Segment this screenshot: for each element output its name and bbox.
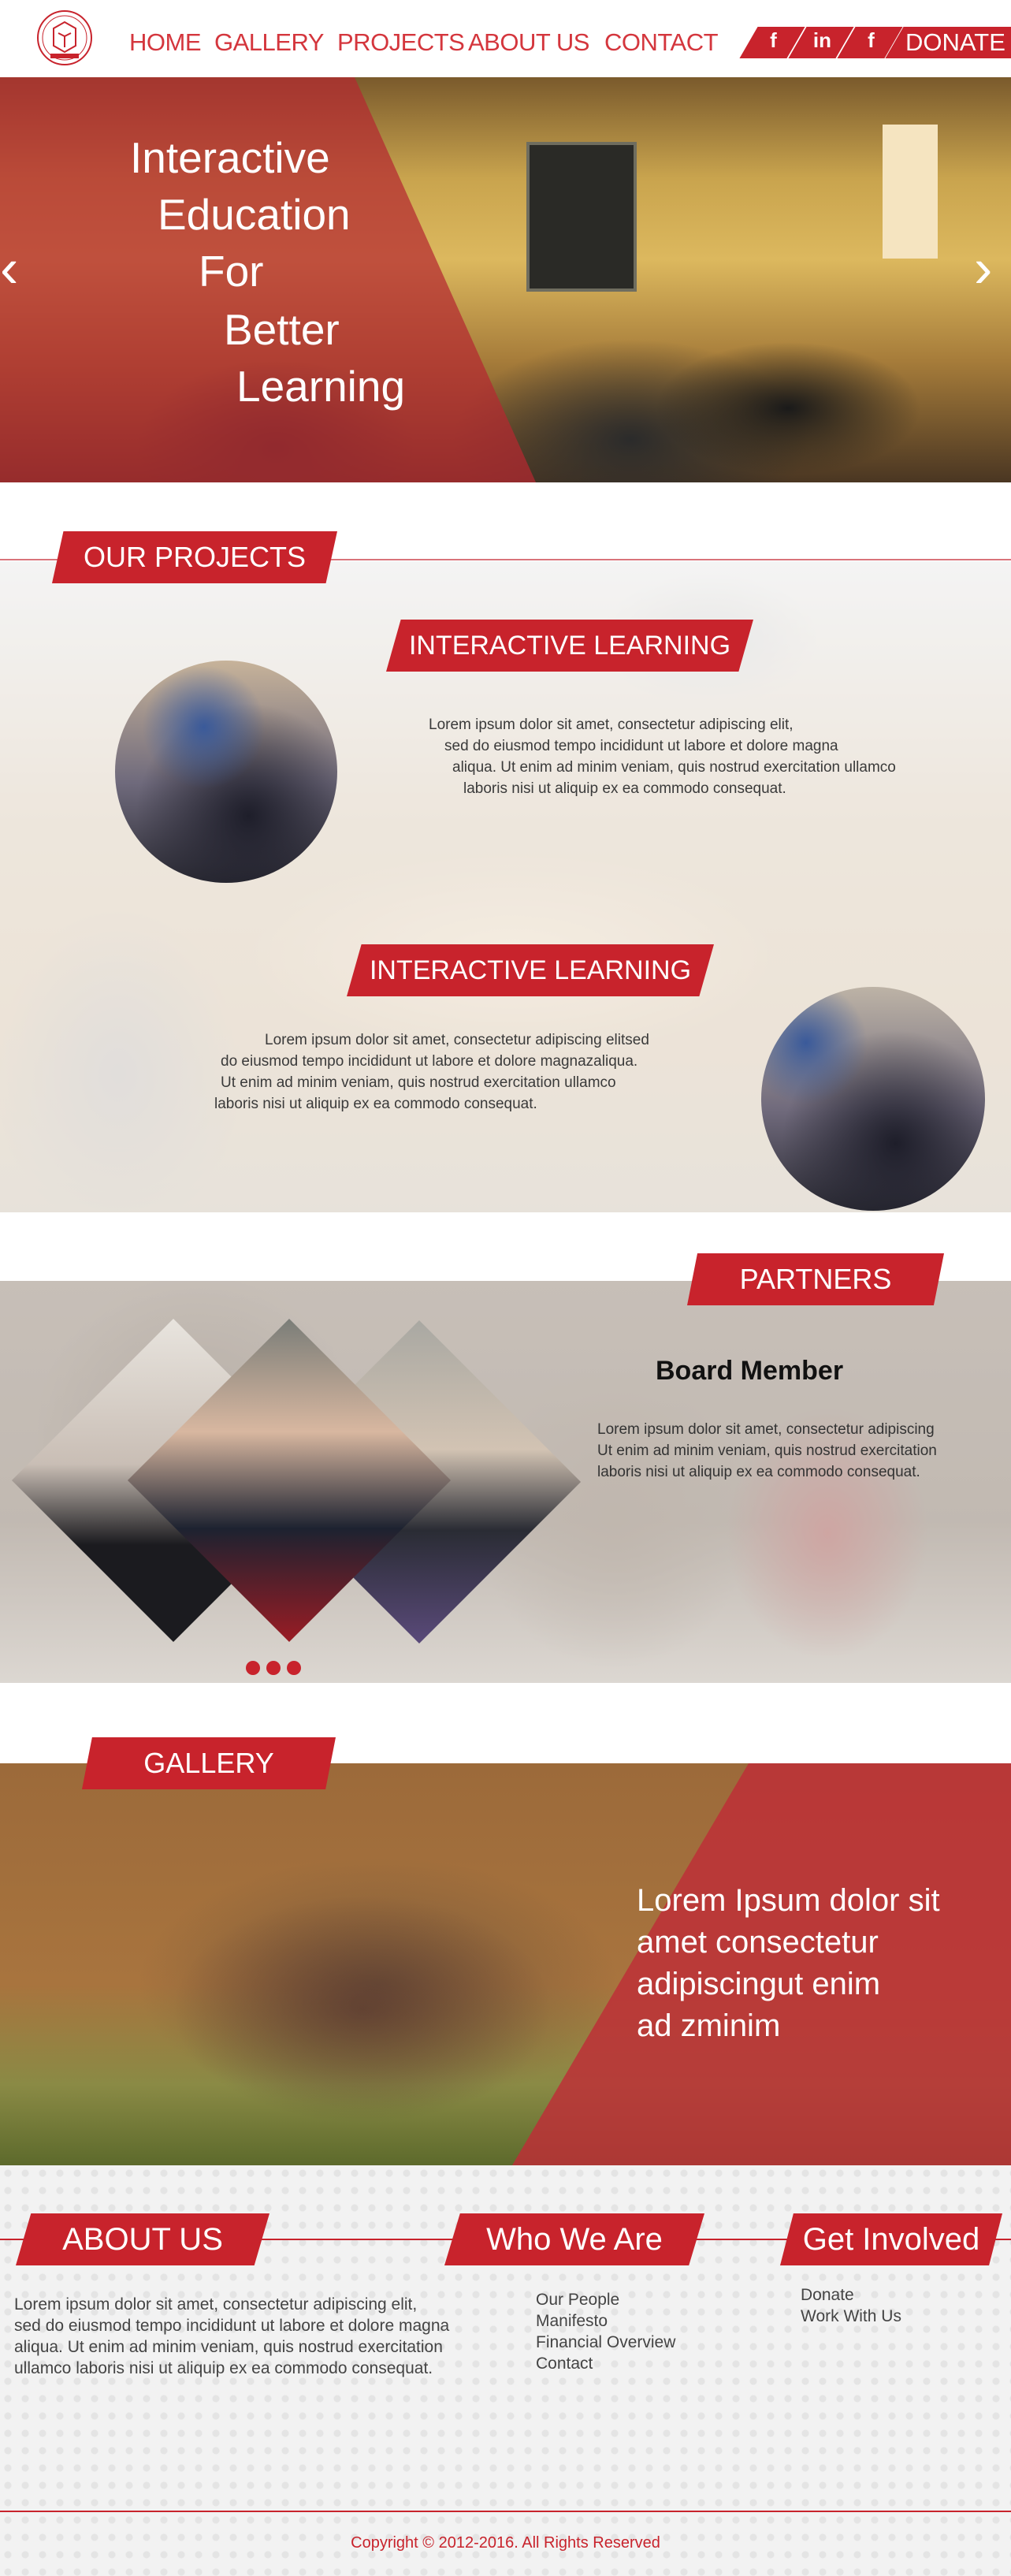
nav-projects[interactable]: PROJECTS: [337, 28, 465, 57]
footer-heading: Get Involved: [802, 2222, 980, 2257]
board-member-description: Lorem ipsum dolor sit amet, consectetur …: [597, 1419, 1007, 1483]
section-tag-partners: PARTNERS: [687, 1253, 944, 1305]
donate-button[interactable]: DONATE: [885, 27, 1011, 58]
project-text-line: sed do eiusmod tempo incididunt ut labor…: [444, 738, 838, 754]
facebook-glyph: f: [770, 28, 777, 52]
footer-tag-who-we-are: Who We Are: [444, 2213, 704, 2265]
footer-link-donate[interactable]: Donate: [801, 2284, 901, 2306]
member-text-line: Ut enim ad minim veniam, quis nostrud ex…: [597, 1442, 937, 1459]
hero-headline-line: Better: [224, 305, 340, 354]
hero-slider: Interactive Education For Better Learnin…: [0, 77, 1011, 482]
project-title-text: INTERACTIVE LEARNING: [369, 955, 692, 985]
section-heading: OUR PROJECTS: [83, 541, 307, 573]
footer-heading: Who We Are: [486, 2222, 663, 2257]
footer-link-financial-overview[interactable]: Financial Overview: [536, 2332, 675, 2353]
footer-divider: [0, 2511, 1011, 2512]
project-title: INTERACTIVE LEARNING: [347, 944, 714, 996]
hero-headline-line: Learning: [236, 362, 406, 411]
project-text-line: aliqua. Ut enim ad minim veniam, quis no…: [452, 759, 896, 776]
section-tag-our-projects: OUR PROJECTS: [52, 531, 337, 583]
footer-link-contact[interactable]: Contact: [536, 2353, 675, 2374]
slider-dot[interactable]: [246, 1661, 260, 1675]
footer-heading: ABOUT US: [62, 2222, 223, 2257]
gallery-caption: Lorem Ipsum dolor sit amet consectetur a…: [637, 1880, 940, 2047]
caption-line: ad zminim: [637, 2008, 781, 2043]
member-text-line: Lorem ipsum dolor sit amet, consectetur …: [597, 1421, 935, 1438]
project-text-line: Lorem ipsum dolor sit amet, consectetur …: [429, 717, 794, 733]
project-text-line: do eiusmod tempo incididunt ut labore et…: [221, 1053, 638, 1070]
project-text-line: laboris nisi ut aliquip ex ea commodo co…: [214, 1096, 537, 1112]
member-text-line: laboris nisi ut aliquip ex ea commodo co…: [597, 1464, 920, 1480]
footer-link-manifesto[interactable]: Manifesto: [536, 2310, 675, 2332]
donate-label: DONATE: [905, 28, 1005, 56]
project-photo: [115, 661, 337, 883]
footer-link-work-with-us[interactable]: Work With Us: [801, 2306, 901, 2327]
copyright-text: Copyright © 2012-2016. All Rights Reserv…: [351, 2534, 660, 2552]
section-heading: GALLERY: [143, 1747, 274, 1779]
project-title: INTERACTIVE LEARNING: [386, 620, 753, 672]
chevron-right-icon[interactable]: ›: [974, 236, 992, 300]
footer-tag-get-involved: Get Involved: [780, 2213, 1002, 2265]
children-group-photo: [110, 1811, 615, 2142]
about-text-line: ullamco laboris nisi ut aliquip ex ea co…: [14, 2359, 433, 2377]
nav-contact[interactable]: CONTACT: [604, 28, 719, 57]
get-involved-links: Donate Work With Us: [801, 2284, 901, 2327]
project-description: Lorem ipsum dolor sit amet, consectetur …: [429, 714, 965, 799]
project-text-line: laboris nisi ut aliquip ex ea commodo co…: [463, 780, 786, 797]
caption-line: adipiscingut enim: [637, 1967, 881, 2001]
social-links: f in f: [739, 27, 903, 58]
footer-link-our-people[interactable]: Our People: [536, 2289, 675, 2310]
nav-home[interactable]: HOME: [129, 28, 202, 57]
project-photo: [761, 987, 985, 1211]
about-text-line: sed do eiusmod tempo incididunt ut labor…: [14, 2317, 450, 2335]
section-tag-gallery: GALLERY: [82, 1737, 336, 1789]
caption-line: amet consectetur: [637, 1925, 879, 1960]
about-us-text: Lorem ipsum dolor sit amet, consectetur …: [14, 2294, 471, 2379]
caption-line: Lorem Ipsum dolor sit: [637, 1883, 940, 1918]
project-text-line: Lorem ipsum dolor sit amet, consectetur …: [265, 1032, 649, 1048]
hero-headline-line: Interactive: [130, 133, 330, 182]
project-text-line: Ut enim ad minim veniam, quis nostrud ex…: [221, 1074, 616, 1091]
board-member-title: Board Member: [656, 1356, 844, 1386]
nav-gallery[interactable]: GALLERY: [214, 28, 324, 57]
classroom-blackboard: [526, 142, 637, 292]
facebook-glyph: f: [868, 28, 875, 52]
about-text-line: Lorem ipsum dolor sit amet, consectetur …: [14, 2295, 418, 2314]
classroom-door: [883, 125, 938, 259]
who-we-are-links: Our People Manifesto Financial Overview …: [536, 2289, 675, 2374]
nav-about-us[interactable]: ABOUT US: [468, 28, 589, 57]
slider-dot[interactable]: [287, 1661, 301, 1675]
project-description: Lorem ipsum dolor sit amet, consectetur …: [214, 1029, 719, 1115]
footer-tag-about-us: ABOUT US: [16, 2213, 269, 2265]
section-heading: PARTNERS: [739, 1263, 892, 1295]
chevron-left-icon[interactable]: ‹: [0, 236, 18, 300]
hero-headline-line: Education: [158, 190, 351, 239]
linkedin-glyph: in: [812, 28, 831, 52]
project-title-text: INTERACTIVE LEARNING: [408, 631, 731, 661]
slider-dot[interactable]: [266, 1661, 281, 1675]
hero-headline-line: For: [199, 247, 264, 296]
about-text-line: aliqua. Ut enim ad minim veniam, quis no…: [14, 2338, 443, 2356]
school-crest-logo[interactable]: [35, 8, 95, 68]
